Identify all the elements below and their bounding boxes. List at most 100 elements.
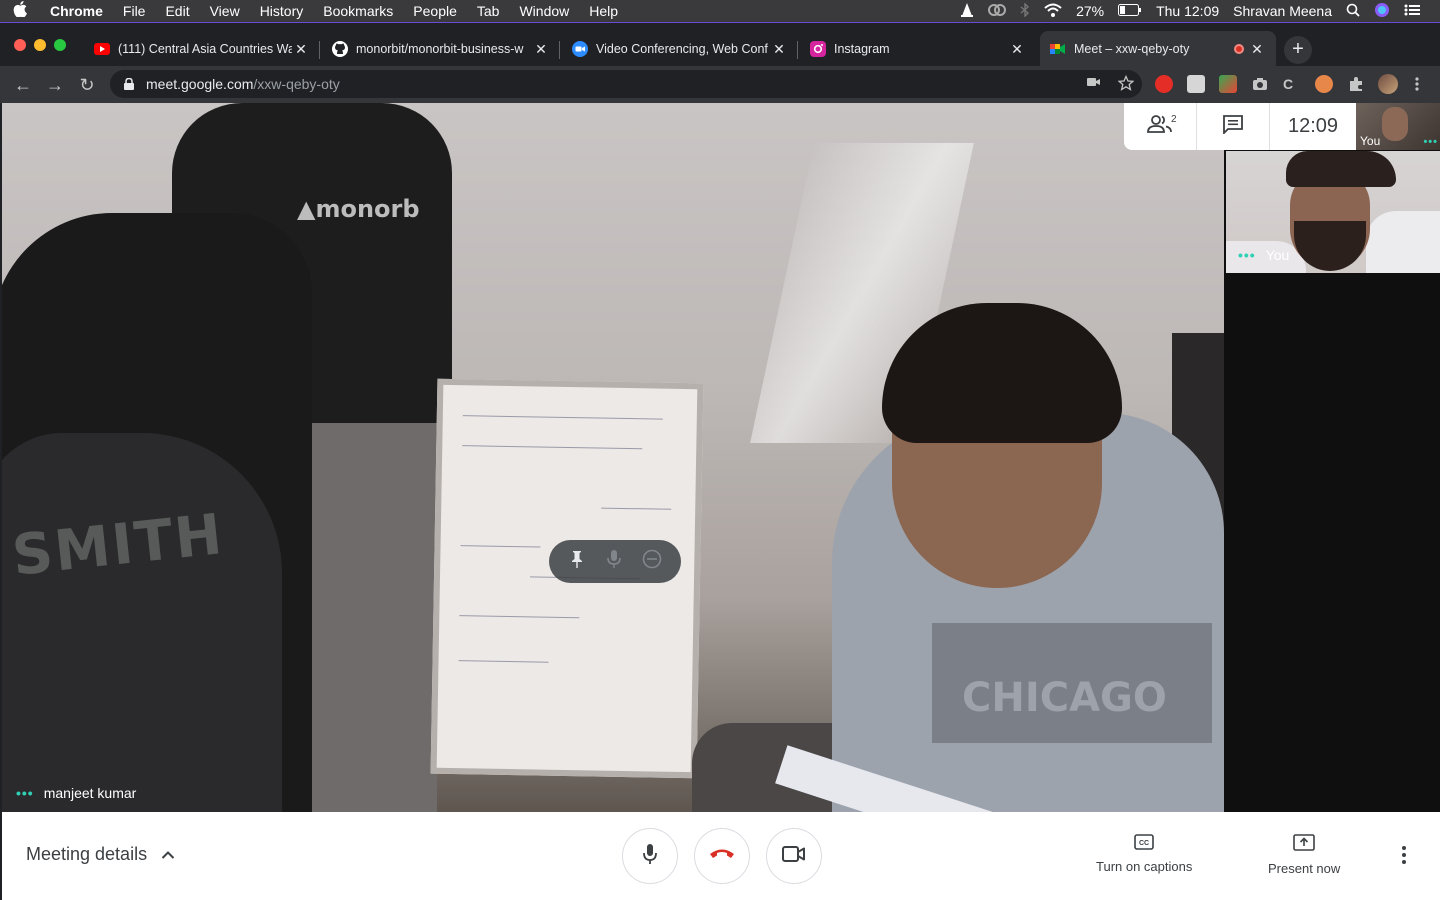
github-icon — [332, 41, 348, 57]
main-video-tile[interactable]: ▲monorb SMITH CHICAGO ••• manjeet kumar — [2, 103, 1224, 812]
tab-title: (111) Central Asia Countries Wa — [118, 42, 292, 56]
window-controls — [14, 39, 66, 51]
bluetooth-icon[interactable] — [1020, 1, 1030, 20]
menu-window[interactable]: Window — [509, 0, 579, 22]
camera-toggle-button[interactable] — [766, 828, 822, 884]
meeting-details-label: Meeting details — [26, 844, 148, 864]
browser-toolbar: ← → ↻ meet.google.com/xxw-qeby-oty C — [0, 66, 1440, 103]
tab-instagram[interactable]: Instagram ✕ — [800, 31, 1036, 67]
instagram-icon — [810, 41, 826, 57]
chat-button[interactable] — [1197, 103, 1269, 150]
chrome-menu-icon[interactable] — [1414, 75, 1432, 93]
close-tab-icon[interactable]: ✕ — [292, 41, 310, 58]
battery-icon[interactable] — [1118, 3, 1142, 19]
self-view-label: You — [1360, 134, 1381, 148]
hang-up-icon — [709, 847, 735, 865]
url-path: /xxw-qeby-oty — [253, 76, 340, 92]
close-tab-icon[interactable]: ✕ — [532, 41, 550, 58]
close-tab-icon[interactable]: ✕ — [770, 41, 788, 58]
extension-badge-icon[interactable] — [1219, 75, 1237, 93]
mute-participant-icon[interactable] — [607, 549, 621, 574]
present-label: Present now — [1268, 861, 1341, 876]
url-host: meet.google.com — [146, 76, 254, 92]
recording-indicator-icon — [1230, 43, 1248, 55]
menu-view[interactable]: View — [200, 0, 250, 22]
cookie-extension-icon[interactable] — [1315, 75, 1333, 93]
speaking-indicator-icon: ••• — [1423, 136, 1438, 148]
svg-text:CC: CC — [1139, 840, 1149, 847]
menu-file[interactable]: File — [113, 0, 156, 22]
lock-icon[interactable] — [124, 78, 138, 90]
address-bar[interactable]: meet.google.com/xxw-qeby-oty — [110, 70, 1142, 98]
remove-participant-icon[interactable] — [642, 549, 662, 574]
tab-title: monorbit/monorbit-business-w — [356, 42, 524, 56]
camera-in-use-icon[interactable] — [1086, 75, 1102, 94]
menu-app-name[interactable]: Chrome — [40, 0, 113, 22]
tile-hover-controls — [549, 540, 681, 583]
menu-people[interactable]: People — [403, 0, 467, 22]
present-now-button[interactable]: Present now — [1268, 834, 1340, 876]
minimize-window-button[interactable] — [34, 39, 46, 51]
menu-bookmarks[interactable]: Bookmarks — [313, 0, 403, 22]
close-tab-icon[interactable]: ✕ — [1008, 41, 1026, 58]
closed-captions-icon: CC — [1134, 834, 1154, 853]
siri-icon[interactable] — [1374, 2, 1390, 21]
extension-gray-icon[interactable] — [1187, 75, 1205, 93]
self-tile-label: You — [1265, 247, 1290, 263]
wifi-icon[interactable] — [1044, 3, 1062, 20]
menu-edit[interactable]: Edit — [155, 0, 199, 22]
close-tab-icon[interactable]: ✕ — [1248, 41, 1266, 58]
participants-button[interactable]: 2 — [1124, 103, 1196, 150]
leave-call-button[interactable] — [694, 828, 750, 884]
tab-youtube[interactable]: (111) Central Asia Countries Wa ✕ — [84, 31, 320, 67]
reload-button[interactable]: ↻ — [74, 72, 100, 98]
tab-github[interactable]: monorbit/monorbit-business-w ✕ — [322, 31, 560, 67]
participant-name-tag: ••• manjeet kumar — [16, 785, 136, 801]
new-tab-button[interactable]: + — [1284, 36, 1312, 64]
battery-percent: 27% — [1076, 3, 1105, 19]
tab-title: Instagram — [834, 42, 890, 56]
participant-name: manjeet kumar — [43, 785, 137, 801]
extension-red-icon[interactable] — [1155, 75, 1173, 93]
participant-count: 2 — [1171, 114, 1177, 125]
pin-icon[interactable] — [568, 549, 586, 574]
vlc-icon[interactable] — [960, 2, 974, 21]
tab-title: Video Conferencing, Web Conf — [596, 42, 768, 56]
video-camera-icon — [782, 845, 806, 868]
microphone-icon — [642, 842, 658, 871]
people-icon — [1147, 114, 1173, 139]
microphone-toggle-button[interactable] — [622, 828, 678, 884]
chat-icon — [1222, 114, 1244, 139]
macos-menubar: Chrome File Edit View History Bookmarks … — [0, 0, 1440, 22]
menubar-clock[interactable]: Thu 12:09 — [1156, 3, 1219, 19]
meeting-clock: 12:09 — [1287, 115, 1339, 137]
captions-button[interactable]: CC Turn on captions — [1096, 834, 1192, 874]
apple-icon[interactable] — [0, 1, 40, 21]
self-view-thumbnail[interactable]: You ••• — [1356, 103, 1440, 150]
tab-strip: (111) Central Asia Countries Wa ✕ monorb… — [0, 22, 1440, 67]
zoom-window-button[interactable] — [54, 39, 66, 51]
shirt-print-chicago-image: CHICAGO — [962, 675, 1167, 721]
menu-history[interactable]: History — [250, 0, 314, 22]
close-window-button[interactable] — [14, 39, 26, 51]
screenshot-extension-icon[interactable] — [1251, 75, 1269, 93]
back-button[interactable]: ← — [10, 72, 36, 98]
spotlight-search-icon[interactable] — [1346, 3, 1360, 20]
menubar-user[interactable]: Shravan Meena — [1233, 3, 1332, 19]
self-video-tile[interactable]: ••• You — [1226, 151, 1440, 273]
youtube-icon — [94, 41, 110, 57]
bookmark-star-icon[interactable] — [1117, 74, 1135, 94]
creative-cloud-icon[interactable] — [988, 3, 1007, 20]
forward-button[interactable]: → — [42, 72, 68, 98]
extensions-puzzle-icon[interactable] — [1347, 75, 1365, 93]
menu-tab[interactable]: Tab — [467, 0, 510, 22]
tab-meet[interactable]: Meet – xxw-qeby-oty ✕ — [1040, 31, 1276, 67]
profile-avatar[interactable] — [1378, 74, 1398, 94]
code-extension-icon[interactable]: C — [1283, 75, 1301, 93]
speaking-indicator-icon: ••• — [16, 785, 34, 801]
more-options-icon[interactable] — [1402, 846, 1406, 864]
tab-zoom[interactable]: Video Conferencing, Web Conf ✕ — [562, 31, 798, 67]
menu-help[interactable]: Help — [579, 0, 628, 22]
notification-center-icon[interactable] — [1404, 3, 1420, 19]
meeting-details-button[interactable]: Meeting details — [26, 844, 175, 865]
